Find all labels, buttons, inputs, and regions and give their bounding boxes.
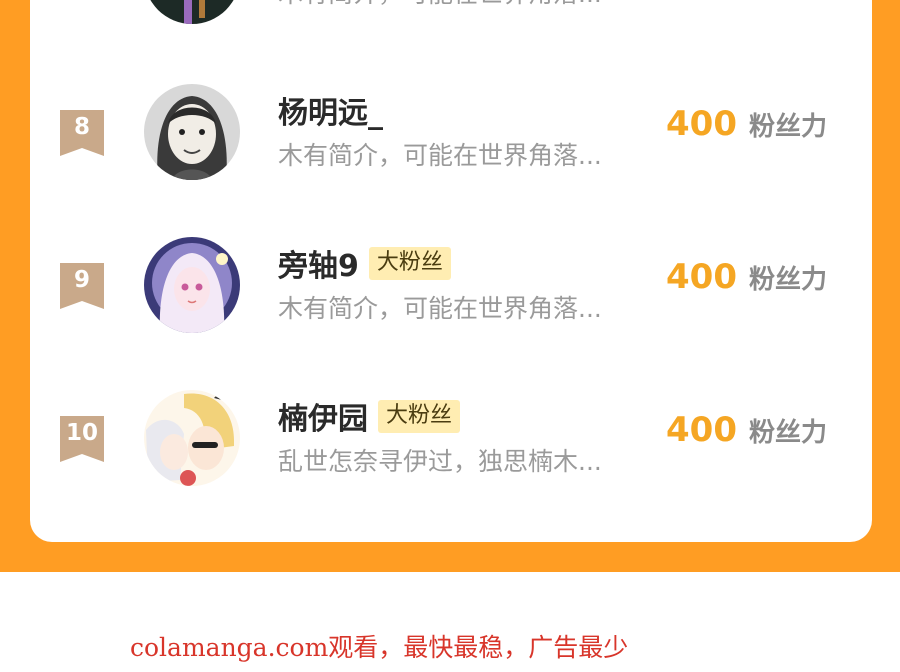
user-name[interactable]: 旁轴9 bbox=[278, 241, 359, 285]
anime-girl-avatar-icon bbox=[144, 237, 240, 333]
avatar[interactable] bbox=[144, 84, 240, 180]
fan-power-score: 400 粉丝力 bbox=[666, 410, 827, 450]
rank-number: 8 bbox=[73, 114, 90, 140]
user-bio: 木有简介，可能在世界角落... bbox=[278, 294, 602, 323]
ranking-card: 木有简介，可能在世界角落... 8 bbox=[30, 0, 872, 542]
sketch-portrait-avatar-icon bbox=[144, 84, 240, 180]
score-value: 400 bbox=[666, 410, 737, 450]
rank-number: 9 bbox=[73, 267, 90, 293]
user-name[interactable]: 杨明远_ bbox=[278, 88, 383, 132]
avatar[interactable] bbox=[144, 237, 240, 333]
ranking-row[interactable]: 9 旁轴9 大粉丝 木有简介，可能在世界角落... 400 粉丝力 bbox=[30, 225, 872, 345]
watermark-text: colamanga.com观看，最快最稳，广告最少 bbox=[130, 633, 629, 662]
fan-power-score: 400 粉丝力 bbox=[666, 257, 827, 297]
rank-badge: 10 bbox=[60, 416, 104, 462]
user-bio: 乱世怎奈寻伊过，独思楠木... bbox=[278, 447, 602, 476]
dark-tree-avatar-icon bbox=[144, 0, 240, 24]
score-value: 400 bbox=[666, 257, 737, 297]
ranking-row[interactable]: 10 楠伊园 大粉丝 乱世怎奈寻伊过，独思楠木... 400 粉丝力 bbox=[30, 378, 872, 498]
user-bio: 木有简介，可能在世界角落... bbox=[278, 0, 602, 10]
avatar[interactable] bbox=[144, 390, 240, 486]
user-bio: 木有简介，可能在世界角落... bbox=[278, 141, 602, 170]
name-line: 楠伊园 大粉丝 bbox=[278, 394, 461, 438]
ranking-row[interactable]: 8 杨明远_ 木有简介，可能在世界角落... 400 粉丝力 bbox=[30, 72, 872, 192]
big-fan-badge: 大粉丝 bbox=[378, 399, 461, 433]
score-unit: 粉丝力 bbox=[748, 112, 827, 142]
name-line: 旁轴9 大粉丝 bbox=[278, 241, 451, 285]
fan-ranking-screen: 木有简介，可能在世界角落... 8 bbox=[0, 0, 900, 672]
rank-badge: 9 bbox=[60, 263, 104, 309]
rank-number: 10 bbox=[65, 420, 98, 446]
fan-power-score: 400 粉丝力 bbox=[666, 104, 827, 144]
score-unit: 粉丝力 bbox=[748, 418, 827, 448]
score-unit: 粉丝力 bbox=[748, 265, 827, 295]
anime-duo-avatar-icon bbox=[144, 390, 240, 486]
score-value: 400 bbox=[666, 104, 737, 144]
ranking-row-partial[interactable]: 木有简介，可能在世界角落... bbox=[30, 0, 872, 24]
big-fan-badge: 大粉丝 bbox=[368, 246, 451, 280]
user-name[interactable]: 楠伊园 bbox=[278, 394, 368, 438]
rank-badge: 8 bbox=[60, 110, 104, 156]
avatar[interactable] bbox=[144, 0, 240, 24]
name-line: 杨明远_ bbox=[278, 88, 383, 132]
